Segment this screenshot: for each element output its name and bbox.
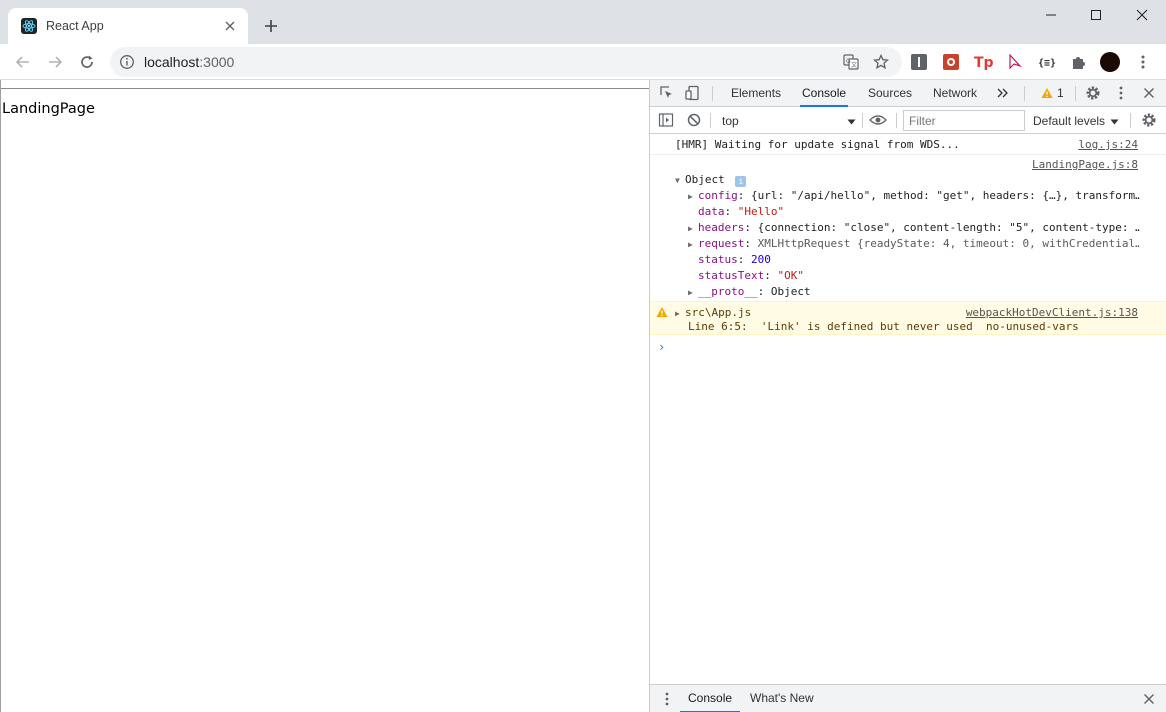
page-viewport: LandingPage <box>0 80 650 712</box>
tab-close-icon[interactable] <box>222 18 238 34</box>
translate-icon[interactable]: G文 <box>842 53 860 71</box>
source-link-webpack[interactable]: webpackHotDevClient.js:138 <box>966 306 1138 319</box>
clear-console-icon[interactable] <box>685 111 703 129</box>
console-output: [HMR] Waiting for update signal from WDS… <box>650 134 1166 684</box>
warning-detail: Line 6:5: 'Link' is defined but never us… <box>688 320 1079 333</box>
minimize-button[interactable] <box>1028 0 1074 30</box>
warning-icon <box>656 306 668 321</box>
prop-headers[interactable]: ▶ headers: {connection: "close", content-… <box>688 221 1140 234</box>
drawer-tab-console[interactable]: Console <box>680 685 741 712</box>
warning-file[interactable]: ▶ src\App.js <box>675 306 751 319</box>
info-badge-icon: i <box>735 176 747 187</box>
extensions-puzzle-icon[interactable] <box>1069 52 1089 72</box>
source-link-log[interactable]: log.js:24 <box>1078 138 1138 151</box>
prop-data: data: "Hello" <box>698 205 785 218</box>
object-tree-root[interactable]: ▼ Object i <box>675 173 747 187</box>
site-info-icon[interactable] <box>119 54 135 70</box>
chrome-menu-icon[interactable] <box>1133 52 1153 72</box>
svg-text:{≡}: {≡} <box>1038 58 1056 69</box>
devtools-menu-icon[interactable] <box>1112 84 1130 102</box>
extension-json-icon[interactable]: {≡} <box>1037 52 1057 72</box>
tab-separator <box>712 86 713 101</box>
react-favicon-icon <box>21 18 37 34</box>
reload-button[interactable] <box>73 48 101 76</box>
forward-button[interactable] <box>41 48 69 76</box>
browser-toolbar: localhost:3000 G文 Tp {≡} <box>0 44 1166 80</box>
toolbar-separator <box>896 113 897 128</box>
profile-avatar-icon[interactable] <box>1100 52 1120 72</box>
window-close-button[interactable] <box>1119 0 1165 30</box>
inspect-element-icon[interactable] <box>658 84 676 102</box>
prop-status: status: 200 <box>698 253 771 266</box>
tab-separator <box>1024 86 1025 101</box>
dropdown-arrow-icon <box>847 114 856 128</box>
devtools-panel: Elements Console Sources Network 1 top F… <box>649 80 1166 712</box>
prop-request[interactable]: ▶ request: XMLHttpRequest {readyState: 4,… <box>688 237 1140 250</box>
console-message-hmr: [HMR] Waiting for update signal from WDS… <box>675 138 960 151</box>
extension-cursor-icon[interactable] <box>1005 52 1025 72</box>
page-divider <box>1 88 650 89</box>
drawer-tab-whats-new[interactable]: What's New <box>750 685 814 712</box>
live-expression-eye-icon[interactable] <box>869 111 887 129</box>
tab-separator <box>1075 86 1076 101</box>
svg-text:Tp: Tp <box>974 55 993 71</box>
browser-tab[interactable]: React App <box>8 8 248 44</box>
browser-tab-strip: React App <box>0 0 1166 44</box>
extension-red-icon[interactable] <box>941 52 961 72</box>
tab-elements[interactable]: Elements <box>729 80 783 107</box>
collapsed-triangle-icon: ▶ <box>688 240 693 249</box>
console-toolbar: top Default levels <box>650 107 1166 134</box>
warning-counter[interactable]: 1 <box>1041 86 1064 100</box>
toolbar-separator <box>862 113 863 128</box>
bookmark-star-icon[interactable] <box>872 53 890 71</box>
drawer-menu-icon[interactable] <box>658 690 676 708</box>
tab-console[interactable]: Console <box>800 80 849 107</box>
warning-icon <box>1041 88 1053 98</box>
expanded-triangle-icon: ▼ <box>675 176 680 185</box>
context-value: top <box>722 113 739 128</box>
collapsed-triangle-icon: ▶ <box>688 192 693 201</box>
tab-network[interactable]: Network <box>931 80 979 107</box>
new-tab-button[interactable] <box>259 14 283 38</box>
toolbar-separator <box>1130 113 1131 128</box>
extension-tp-icon[interactable]: Tp <box>973 52 993 72</box>
devtools-drawer: Console What's New <box>650 684 1166 712</box>
log-levels-label: Default levels <box>1033 113 1106 128</box>
console-settings-gear-icon[interactable] <box>1140 111 1158 129</box>
settings-gear-icon[interactable] <box>1084 84 1102 102</box>
url-text: localhost:3000 <box>144 54 235 70</box>
tab-title: React App <box>46 19 104 33</box>
drawer-close-icon[interactable] <box>1140 690 1158 708</box>
collapsed-triangle-icon: ▶ <box>688 288 693 297</box>
log-levels-dropdown[interactable]: Default levels <box>1033 111 1119 130</box>
dropdown-arrow-icon <box>1110 114 1119 128</box>
page-heading: LandingPage <box>2 101 95 117</box>
devtools-tab-bar: Elements Console Sources Network 1 <box>650 80 1166 107</box>
extension-dark-icon[interactable] <box>909 52 929 72</box>
console-filter-input[interactable] <box>903 110 1025 131</box>
address-bar[interactable]: localhost:3000 G文 <box>110 47 902 77</box>
message-divider <box>650 154 1166 155</box>
show-sidebar-icon[interactable] <box>657 111 675 129</box>
console-warning: ▶ src\App.js webpackHotDevClient.js:138 L… <box>650 301 1166 335</box>
devtools-close-icon[interactable] <box>1140 84 1158 102</box>
collapsed-triangle-icon: ▶ <box>688 224 693 233</box>
console-prompt-icon[interactable]: › <box>658 340 665 354</box>
prop-config[interactable]: ▶ config: {url: "/api/hello", method: "ge… <box>688 189 1140 202</box>
collapsed-triangle-icon: ▶ <box>675 309 680 318</box>
maximize-button[interactable] <box>1073 0 1119 30</box>
svg-text:文: 文 <box>851 61 857 69</box>
tab-sources[interactable]: Sources <box>866 80 914 107</box>
prop-proto[interactable]: ▶ __proto__: Object <box>688 285 811 298</box>
more-tabs-chevron-icon[interactable] <box>994 84 1012 102</box>
warning-count: 1 <box>1057 86 1064 100</box>
back-button[interactable] <box>9 48 37 76</box>
device-toolbar-icon[interactable] <box>684 84 702 102</box>
toolbar-separator <box>710 113 711 128</box>
prop-statustext: statusText: "OK" <box>698 269 804 282</box>
source-link-landingpage[interactable]: LandingPage.js:8 <box>1032 158 1138 171</box>
context-select[interactable]: top <box>716 111 856 130</box>
